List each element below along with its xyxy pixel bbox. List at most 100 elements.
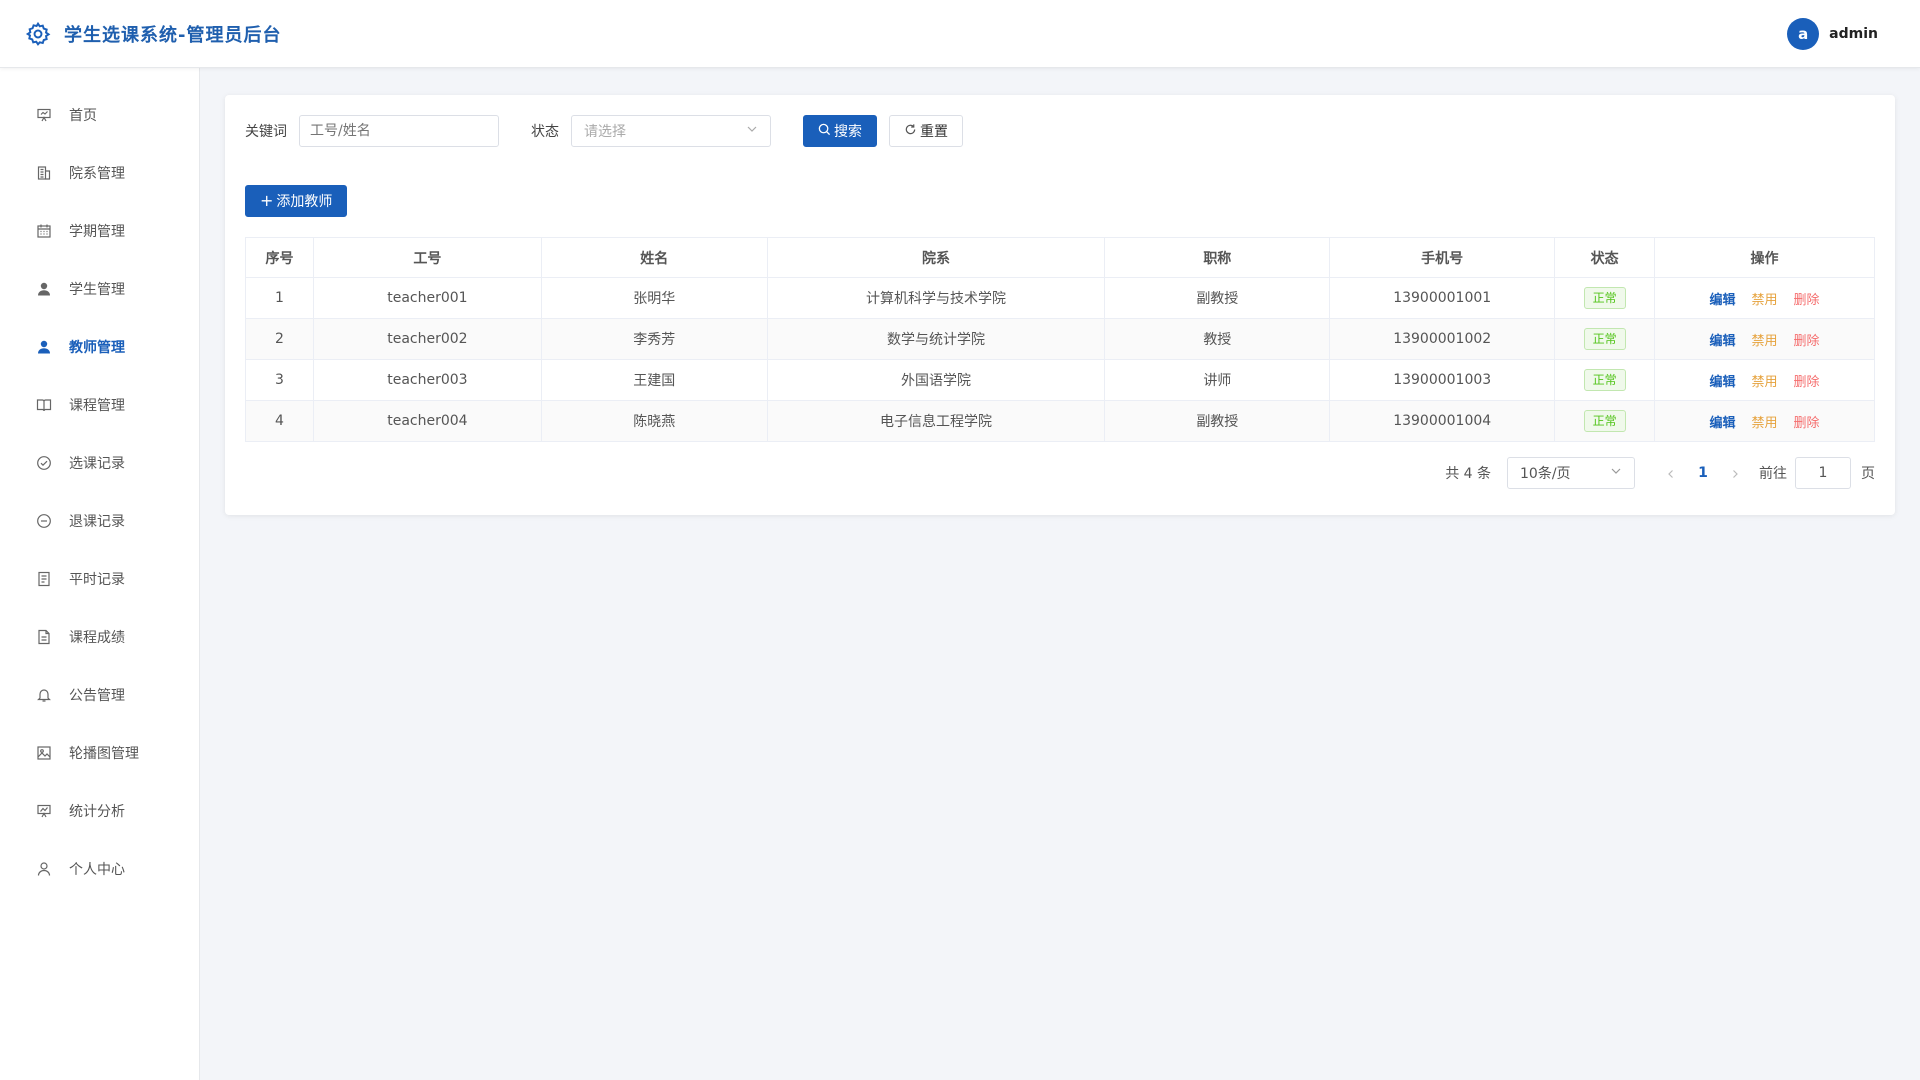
cell-name: 李秀芳 (540, 318, 768, 360)
pagination-total: 共 4 条 (1445, 466, 1491, 482)
cell-status: 正常 (1554, 359, 1656, 401)
sidebar-item-7[interactable]: 退课记录 (0, 492, 199, 550)
user-menu[interactable]: a admin (1787, 17, 1878, 50)
search-button-label: 搜索 (834, 124, 862, 140)
toolbar: + 添加教师 (245, 185, 1875, 217)
chevron-down-icon (1610, 465, 1622, 481)
page-size-select[interactable]: 10条/页 (1507, 457, 1635, 489)
sidebar-item-label: 轮播图管理 (69, 746, 139, 762)
status-badge: 正常 (1583, 287, 1626, 309)
user-filled-icon (35, 280, 53, 298)
sidebar-item-10[interactable]: 公告管理 (0, 666, 199, 724)
column-header: 工号 (312, 237, 542, 278)
cell-dept: 电子信息工程学院 (766, 400, 1106, 442)
sidebar-item-label: 个人中心 (69, 862, 125, 878)
sidebar-item-label: 选课记录 (69, 456, 125, 472)
search-bar: 关键词 状态 请选择 搜索 重置 (245, 115, 1875, 147)
app-title: 学生选课系统-管理员后台 (64, 24, 282, 46)
cell-title: 副教授 (1104, 277, 1331, 319)
notes-icon (35, 570, 53, 588)
teacher-management-card: 关键词 状态 请选择 搜索 重置 + 添加教师 (225, 95, 1895, 515)
pagination: 共 4 条 10条/页 1 前往 页 (1445, 457, 1875, 489)
sidebar-item-5[interactable]: 课程管理 (0, 376, 199, 434)
edit-button[interactable]: 编辑 (1710, 334, 1736, 349)
page-number-current[interactable]: 1 (1683, 465, 1723, 481)
goto-page-input[interactable] (1795, 457, 1851, 489)
cell-index: 4 (245, 400, 314, 442)
page-size-value: 10条/页 (1520, 466, 1571, 482)
sidebar-item-11[interactable]: 轮播图管理 (0, 724, 199, 782)
prev-page-button[interactable] (1659, 464, 1683, 483)
cell-id: teacher004 (312, 400, 542, 442)
cell-phone: 13900001001 (1329, 277, 1556, 319)
sidebar-item-0[interactable]: 首页 (0, 86, 199, 144)
cell-phone: 13900001004 (1329, 400, 1556, 442)
sidebar-item-13[interactable]: 个人中心 (0, 840, 199, 898)
check-circle-icon (35, 454, 53, 472)
chevron-down-icon (746, 123, 758, 139)
delete-button[interactable]: 删除 (1794, 334, 1820, 349)
status-label: 状态 (531, 124, 559, 140)
edit-button[interactable]: 编辑 (1710, 293, 1736, 308)
reset-button[interactable]: 重置 (889, 115, 963, 147)
delete-button[interactable]: 删除 (1794, 375, 1820, 390)
edit-button[interactable]: 编辑 (1710, 375, 1736, 390)
column-header: 院系 (766, 237, 1106, 278)
search-icon (818, 123, 831, 140)
bell-icon (35, 686, 53, 704)
disable-button[interactable]: 禁用 (1752, 334, 1778, 349)
edit-button[interactable]: 编辑 (1710, 416, 1736, 431)
sidebar: 首页院系管理学期管理 学生管理教师管理课程管理选课记录退课记录平时记录课程成绩公告… (0, 68, 200, 1080)
cell-dept: 数学与统计学院 (766, 318, 1106, 360)
sidebar-item-label: 教师管理 (69, 340, 125, 356)
cell-phone: 13900001002 (1329, 318, 1556, 360)
cell-title: 教授 (1104, 318, 1331, 360)
sidebar-item-1[interactable]: 院系管理 (0, 144, 199, 202)
next-page-button[interactable] (1723, 464, 1747, 483)
cell-name: 陈晓燕 (540, 400, 768, 442)
sidebar-item-2[interactable]: 学期管理 (0, 202, 199, 260)
sidebar-item-label: 平时记录 (69, 572, 125, 588)
sidebar-item-label: 首页 (69, 108, 97, 124)
cell-status: 正常 (1554, 400, 1656, 442)
sidebar-item-9[interactable]: 课程成绩 (0, 608, 199, 666)
sidebar-item-label: 院系管理 (69, 166, 125, 182)
delete-button[interactable]: 删除 (1794, 293, 1820, 308)
search-button[interactable]: 搜索 (803, 115, 877, 147)
column-header: 姓名 (540, 237, 768, 278)
table-row: 1 teacher001 张明华 计算机科学与技术学院 副教授 13900001001 正常… (245, 277, 1875, 319)
keyword-input[interactable] (299, 115, 499, 147)
status-select-placeholder: 请选择 (584, 124, 626, 140)
chart-board-icon (35, 802, 53, 820)
cell-actions: 编辑 禁用 删除 (1654, 277, 1875, 319)
status-select[interactable]: 请选择 (571, 115, 771, 147)
goto-label: 前往 (1759, 466, 1787, 482)
sidebar-item-3[interactable]: 学生管理 (0, 260, 199, 318)
add-teacher-label: 添加教师 (276, 194, 333, 210)
column-header: 序号 (245, 237, 314, 278)
brand: 学生选课系统-管理员后台 (24, 20, 281, 48)
cell-name: 王建国 (540, 359, 768, 401)
sidebar-item-4[interactable]: 教师管理 (0, 318, 199, 376)
cell-id: teacher001 (312, 277, 542, 319)
sidebar-item-label: 课程成绩 (69, 630, 125, 646)
cell-id: teacher002 (312, 318, 542, 360)
calendar-icon (35, 222, 53, 240)
sidebar-item-6[interactable]: 选课记录 (0, 434, 199, 492)
sidebar-item-12[interactable]: 统计分析 (0, 782, 199, 840)
avatar: a (1787, 17, 1820, 50)
cell-status: 正常 (1554, 277, 1656, 319)
table-row: 2 teacher002 李秀芳 数学与统计学院 教授 13900001002 正常 编辑 禁用… (245, 318, 1875, 360)
disable-button[interactable]: 禁用 (1752, 293, 1778, 308)
disable-button[interactable]: 禁用 (1752, 375, 1778, 390)
cell-actions: 编辑 禁用 删除 (1654, 318, 1875, 360)
cell-dept: 外国语学院 (766, 359, 1106, 401)
sidebar-item-8[interactable]: 平时记录 (0, 550, 199, 608)
disable-button[interactable]: 禁用 (1752, 416, 1778, 431)
chevron-right-icon (1733, 469, 1738, 478)
delete-button[interactable]: 删除 (1794, 416, 1820, 431)
column-header: 职称 (1104, 237, 1331, 278)
cell-phone: 13900001003 (1329, 359, 1556, 401)
add-teacher-button[interactable]: + 添加教师 (245, 185, 348, 217)
user-filled-icon (35, 338, 53, 356)
